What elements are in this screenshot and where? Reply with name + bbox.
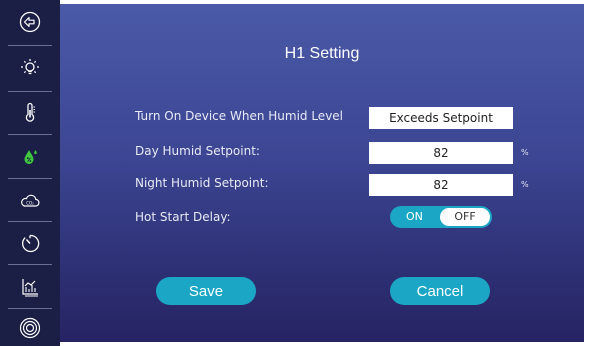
humidity-drop-icon — [24, 150, 37, 164]
back-arrow-icon — [19, 11, 41, 33]
svg-text:CO₂: CO₂ — [26, 200, 34, 205]
hot-start-delay-toggle[interactable]: ON OFF — [390, 206, 492, 228]
hot-start-delay-label: Hot Start Delay: — [135, 210, 231, 224]
thermometer-icon — [25, 102, 35, 122]
sidebar-item-humidity[interactable] — [0, 137, 60, 177]
sidebar-item-back[interactable] — [0, 2, 60, 42]
night-setpoint-label: Night Humid Setpoint: — [135, 176, 269, 190]
chart-icon — [22, 279, 38, 297]
day-setpoint-label: Day Humid Setpoint: — [135, 144, 260, 158]
night-setpoint-unit: % — [521, 180, 529, 189]
sidebar-divider — [8, 221, 52, 222]
light-bulb-icon — [21, 59, 39, 75]
sidebar-divider — [8, 134, 52, 135]
day-setpoint-input[interactable]: 82 — [369, 142, 513, 164]
sidebar-item-chart[interactable] — [0, 267, 60, 307]
sidebar: CO₂ — [0, 0, 60, 346]
trigger-select[interactable]: Exceeds Setpoint — [369, 107, 513, 129]
sidebar-item-light[interactable] — [0, 48, 60, 88]
sidebar-divider — [8, 45, 52, 46]
sidebar-item-co2[interactable]: CO₂ — [0, 181, 60, 221]
sidebar-divider — [8, 264, 52, 265]
sidebar-divider — [8, 91, 52, 92]
app-frame: CO₂ H1 Setting Turn On Device When Humid… — [0, 0, 591, 346]
toggle-knob: OFF — [440, 208, 490, 226]
toggle-off-label: OFF — [454, 210, 476, 223]
target-icon — [19, 317, 41, 339]
trigger-label: Turn On Device When Humid Level — [135, 109, 344, 123]
settings-panel: H1 Setting Turn On Device When Humid Lev… — [60, 4, 584, 342]
sidebar-item-target[interactable] — [0, 308, 60, 346]
day-setpoint-unit: % — [521, 148, 529, 157]
save-button[interactable]: Save — [156, 277, 256, 305]
toggle-on-label: ON — [406, 210, 423, 223]
sidebar-item-temperature[interactable] — [0, 93, 60, 133]
co2-cloud-icon: CO₂ — [21, 194, 40, 207]
page-title: H1 Setting — [284, 45, 360, 62]
cancel-button[interactable]: Cancel — [390, 277, 490, 305]
night-setpoint-input[interactable]: 82 — [369, 174, 513, 196]
sidebar-item-timer[interactable] — [0, 223, 60, 263]
timer-icon — [21, 234, 40, 253]
sidebar-divider — [8, 178, 52, 179]
